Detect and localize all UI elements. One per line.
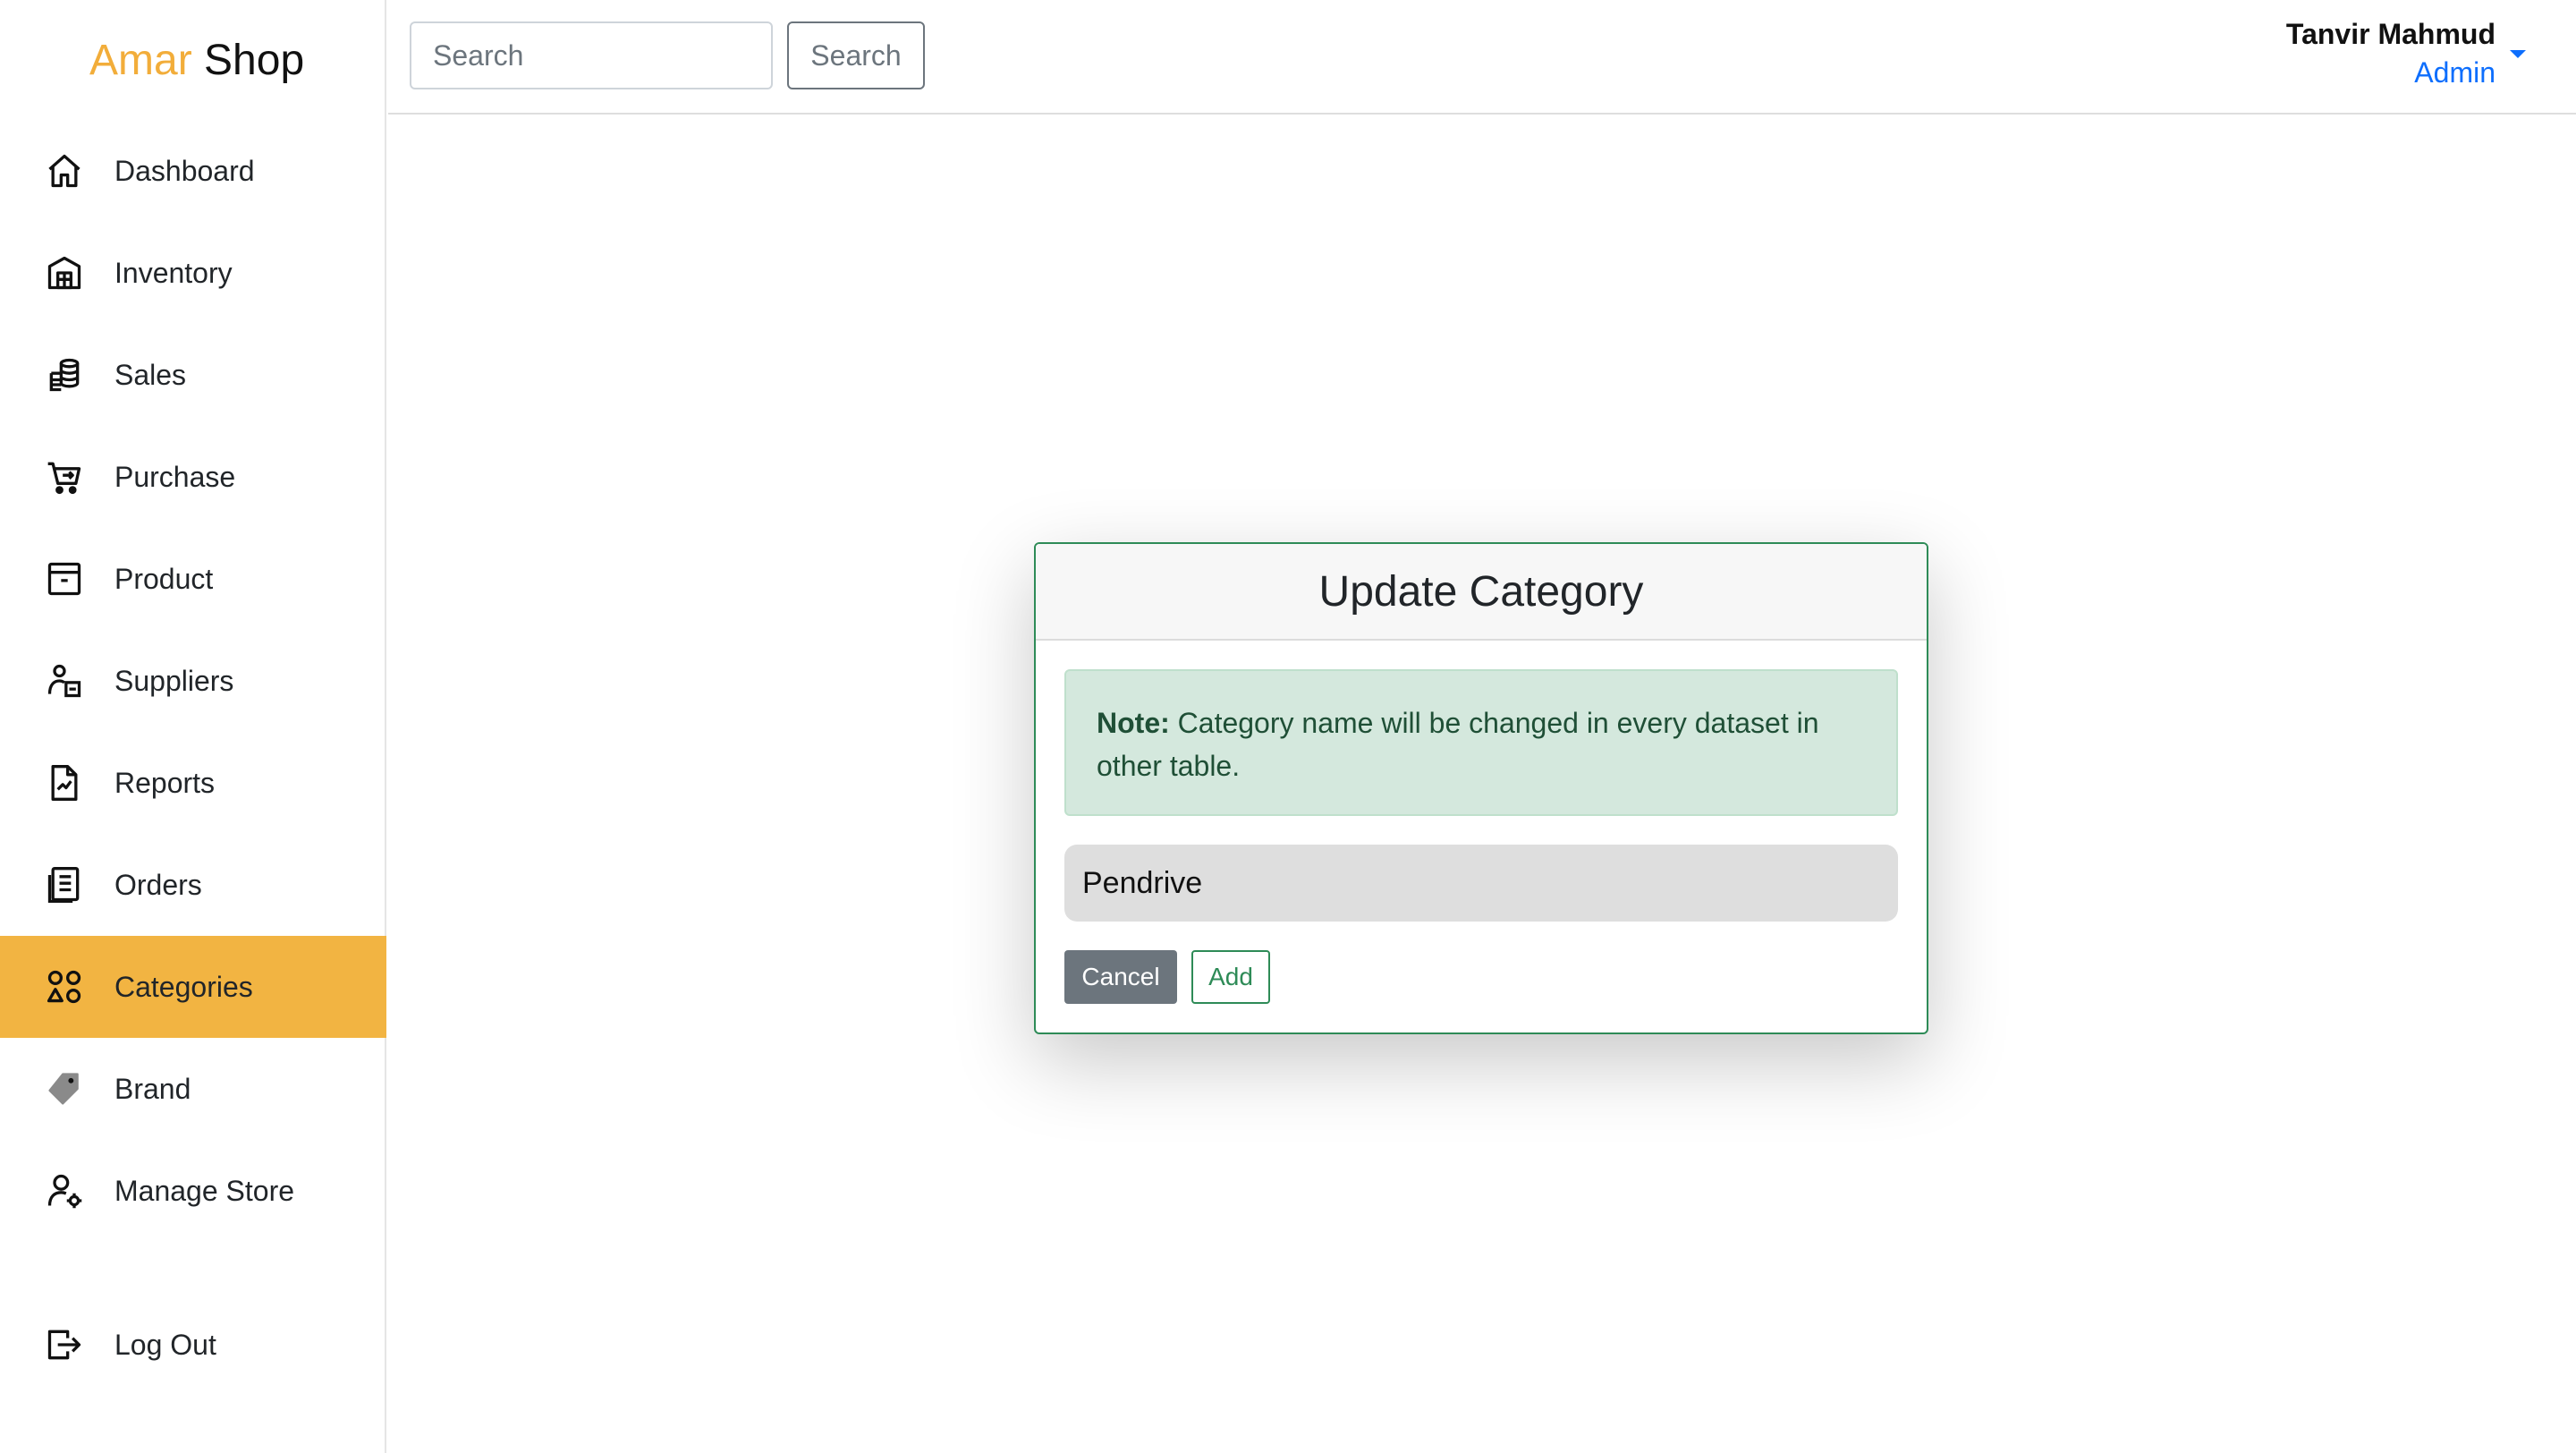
user-name: Tanvir Mahmud [2285,18,2496,50]
user-role[interactable]: Admin [2286,52,2496,93]
sidebar-item-product[interactable]: Product [0,528,386,630]
top-header: Search Tanvir Mahmud Admin [388,0,2576,115]
warehouse-icon [45,253,84,293]
sidebar-item-label: Orders [114,868,202,901]
supplier-icon [45,661,84,701]
sidebar-item-sales[interactable]: Sales [0,324,386,426]
orders-icon [45,865,84,905]
sidebar-item-brand[interactable]: Brand [0,1038,386,1140]
cancel-button[interactable]: Cancel [1064,950,1177,1004]
sidebar-item-purchase[interactable]: Purchase [0,426,386,528]
chevron-down-icon[interactable] [2510,50,2526,58]
sidebar-item-suppliers[interactable]: Suppliers [0,630,386,732]
archive-box-icon [45,559,84,599]
update-category-modal: Update Category Note: Category name will… [1034,542,1928,1034]
report-icon [45,763,84,803]
sidebar-item-reports[interactable]: Reports [0,732,386,834]
app-logo[interactable]: Amar Shop [89,34,304,88]
sidebar-item-label: Sales [114,358,187,391]
sidebar-item-manage-store[interactable]: Manage Store [0,1140,386,1242]
categories-icon [45,967,84,1007]
sidebar: Amar Shop Dashboard Inventory Sales Purc… [0,0,386,1453]
home-icon [45,151,84,191]
user-menu[interactable]: Tanvir Mahmud Admin [2286,16,2496,93]
sidebar-item-label: Product [114,562,214,595]
modal-header: Update Category [1036,544,1927,641]
sidebar-item-categories[interactable]: Categories [0,936,386,1038]
sidebar-item-orders[interactable]: Orders [0,834,386,936]
sidebar-item-label: Suppliers [114,664,234,697]
sidebar-item-label: Inventory [114,256,233,289]
note-alert: Note: Category name will be changed in e… [1064,669,1898,816]
search-button[interactable]: Search [787,21,925,89]
logout-button[interactable]: Log Out [0,1294,386,1396]
coins-icon [45,355,84,395]
sidebar-item-label: Manage Store [114,1174,295,1207]
sidebar-item-label: Dashboard [114,154,255,187]
logout-label: Log Out [114,1328,216,1361]
user-gear-icon [45,1171,84,1211]
note-text: Category name will be changed in every d… [1097,707,1819,782]
sidebar-item-dashboard[interactable]: Dashboard [0,120,386,222]
sidebar-item-label: Brand [114,1072,191,1105]
sidebar-item-label: Reports [114,766,216,799]
sidebar-item-label: Categories [114,970,253,1003]
category-name-input[interactable] [1064,845,1898,922]
modal-title: Update Category [1318,567,1644,616]
tag-icon [45,1069,84,1109]
search-input[interactable] [410,21,773,89]
sidebar-item-inventory[interactable]: Inventory [0,222,386,324]
logout-icon [45,1325,84,1364]
cart-icon [45,457,84,497]
add-button[interactable]: Add [1191,950,1270,1004]
note-label: Note: [1097,707,1170,739]
sidebar-item-label: Purchase [114,460,236,493]
